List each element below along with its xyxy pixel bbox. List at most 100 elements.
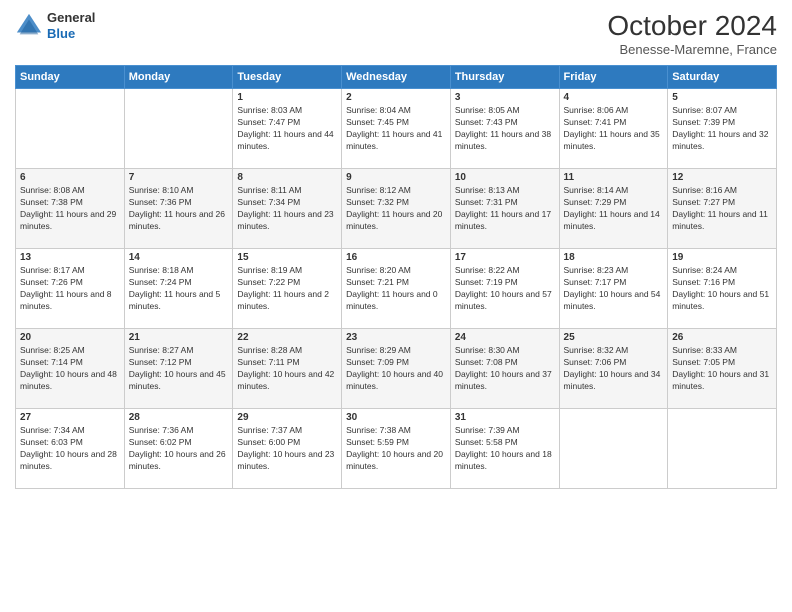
calendar-cell: 8 Sunrise: 8:11 AMSunset: 7:34 PMDaylight… [233,169,342,249]
day-info: Sunrise: 8:30 AMSunset: 7:08 PMDaylight:… [455,345,555,393]
calendar-cell: 5 Sunrise: 8:07 AMSunset: 7:39 PMDaylight… [668,89,777,169]
col-tuesday: Tuesday [233,66,342,89]
calendar-cell: 26 Sunrise: 8:33 AMSunset: 7:05 PMDayligh… [668,329,777,409]
day-info: Sunrise: 8:22 AMSunset: 7:19 PMDaylight:… [455,265,555,313]
calendar-cell: 23 Sunrise: 8:29 AMSunset: 7:09 PMDayligh… [342,329,451,409]
calendar-week-4: 20Sunrise: 8:25 AMSunset: 7:14 PMDayligh… [16,329,777,409]
day-info: Sunrise: 8:29 AMSunset: 7:09 PMDaylight:… [346,345,446,393]
calendar-cell: 10 Sunrise: 8:13 AMSunset: 7:31 PMDayligh… [450,169,559,249]
calendar-cell: 4 Sunrise: 8:06 AMSunset: 7:41 PMDaylight… [559,89,668,169]
calendar-cell: 21 Sunrise: 8:27 AMSunset: 7:12 PMDayligh… [124,329,233,409]
calendar-cell: 2Sunrise: 8:04 AMSunset: 7:45 PMDaylight… [342,89,451,169]
day-number: 1 [237,92,337,103]
logo-blue: Blue [47,26,95,42]
col-saturday: Saturday [668,66,777,89]
day-number: 14 [129,252,229,263]
day-info: Sunrise: 8:18 AMSunset: 7:24 PMDaylight:… [129,265,229,313]
location-subtitle: Benesse-Maremne, France [607,42,777,57]
calendar-cell: 16 Sunrise: 8:20 AMSunset: 7:21 PMDayligh… [342,249,451,329]
calendar-cell: 25 Sunrise: 8:32 AMSunset: 7:06 PMDayligh… [559,329,668,409]
calendar-cell: 20Sunrise: 8:25 AMSunset: 7:14 PMDayligh… [16,329,125,409]
day-info: Sunrise: 8:11 AMSunset: 7:34 PMDaylight:… [237,185,337,233]
day-number: 6 [20,172,120,183]
day-info: Sunrise: 8:16 AMSunset: 7:27 PMDaylight:… [672,185,772,233]
day-number: 18 [564,252,664,263]
col-friday: Friday [559,66,668,89]
day-number: 13 [20,252,120,263]
day-number: 2 [346,92,446,103]
day-info: Sunrise: 8:27 AMSunset: 7:12 PMDaylight:… [129,345,229,393]
calendar-cell: 15Sunrise: 8:19 AMSunset: 7:22 PMDayligh… [233,249,342,329]
title-block: October 2024 Benesse-Maremne, France [607,10,777,57]
day-info: Sunrise: 8:17 AMSunset: 7:26 PMDaylight:… [20,265,120,313]
calendar-cell: 3 Sunrise: 8:05 AMSunset: 7:43 PMDaylight… [450,89,559,169]
calendar-cell: 29 Sunrise: 7:37 AMSunset: 6:00 PMDayligh… [233,409,342,489]
logo: General Blue [15,10,95,41]
calendar-cell [16,89,125,169]
day-info: Sunrise: 8:20 AMSunset: 7:21 PMDaylight:… [346,265,446,313]
logo-general: General [47,10,95,26]
day-info: Sunrise: 7:37 AMSunset: 6:00 PMDaylight:… [237,425,337,473]
day-number: 8 [237,172,337,183]
day-number: 22 [237,332,337,343]
day-number: 31 [455,412,555,423]
day-number: 16 [346,252,446,263]
col-sunday: Sunday [16,66,125,89]
day-number: 29 [237,412,337,423]
calendar-cell: 31 Sunrise: 7:39 AMSunset: 5:58 PMDayligh… [450,409,559,489]
day-info: Sunrise: 8:33 AMSunset: 7:05 PMDaylight:… [672,345,772,393]
calendar-cell: 18 Sunrise: 8:23 AMSunset: 7:17 PMDayligh… [559,249,668,329]
day-info: Sunrise: 7:39 AMSunset: 5:58 PMDaylight:… [455,425,555,473]
calendar-cell: 13 Sunrise: 8:17 AMSunset: 7:26 PMDayligh… [16,249,125,329]
calendar-cell [559,409,668,489]
day-info: Sunrise: 8:14 AMSunset: 7:29 PMDaylight:… [564,185,664,233]
calendar-cell: 12 Sunrise: 8:16 AMSunset: 7:27 PMDayligh… [668,169,777,249]
day-info: Sunrise: 8:28 AMSunset: 7:11 PMDaylight:… [237,345,337,393]
day-info: Sunrise: 8:08 AMSunset: 7:38 PMDaylight:… [20,185,120,233]
calendar-cell: 27 Sunrise: 7:34 AMSunset: 6:03 PMDayligh… [16,409,125,489]
day-info: Sunrise: 8:19 AMSunset: 7:22 PMDaylight:… [237,265,337,313]
day-number: 23 [346,332,446,343]
day-number: 28 [129,412,229,423]
calendar-cell: 7Sunrise: 8:10 AMSunset: 7:36 PMDaylight… [124,169,233,249]
day-info: Sunrise: 7:38 AMSunset: 5:59 PMDaylight:… [346,425,446,473]
day-info: Sunrise: 8:03 AMSunset: 7:47 PMDaylight:… [237,105,337,153]
day-number: 12 [672,172,772,183]
day-number: 11 [564,172,664,183]
calendar-cell: 1 Sunrise: 8:03 AMSunset: 7:47 PMDaylight… [233,89,342,169]
calendar-cell: 6 Sunrise: 8:08 AMSunset: 7:38 PMDaylight… [16,169,125,249]
day-info: Sunrise: 8:25 AMSunset: 7:14 PMDaylight:… [20,345,120,393]
day-number: 26 [672,332,772,343]
calendar-cell [668,409,777,489]
calendar-cell: 24 Sunrise: 8:30 AMSunset: 7:08 PMDayligh… [450,329,559,409]
day-number: 24 [455,332,555,343]
day-number: 4 [564,92,664,103]
day-info: Sunrise: 7:36 AMSunset: 6:02 PMDaylight:… [129,425,229,473]
day-info: Sunrise: 8:05 AMSunset: 7:43 PMDaylight:… [455,105,555,153]
calendar-cell: 22 Sunrise: 8:28 AMSunset: 7:11 PMDayligh… [233,329,342,409]
day-number: 17 [455,252,555,263]
month-title: October 2024 [607,10,777,42]
calendar-week-1: 1 Sunrise: 8:03 AMSunset: 7:47 PMDaylight… [16,89,777,169]
col-thursday: Thursday [450,66,559,89]
day-info: Sunrise: 7:34 AMSunset: 6:03 PMDaylight:… [20,425,120,473]
logo-icon [15,12,43,40]
day-info: Sunrise: 8:23 AMSunset: 7:17 PMDaylight:… [564,265,664,313]
day-info: Sunrise: 8:06 AMSunset: 7:41 PMDaylight:… [564,105,664,153]
day-number: 30 [346,412,446,423]
calendar-cell: 14 Sunrise: 8:18 AMSunset: 7:24 PMDayligh… [124,249,233,329]
day-number: 10 [455,172,555,183]
day-info: Sunrise: 8:07 AMSunset: 7:39 PMDaylight:… [672,105,772,153]
calendar-cell: 30 Sunrise: 7:38 AMSunset: 5:59 PMDayligh… [342,409,451,489]
day-info: Sunrise: 8:32 AMSunset: 7:06 PMDaylight:… [564,345,664,393]
day-number: 5 [672,92,772,103]
calendar-cell: 9Sunrise: 8:12 AMSunset: 7:32 PMDaylight… [342,169,451,249]
calendar-cell: 11 Sunrise: 8:14 AMSunset: 7:29 PMDayligh… [559,169,668,249]
day-info: Sunrise: 8:13 AMSunset: 7:31 PMDaylight:… [455,185,555,233]
logo-text: General Blue [47,10,95,41]
calendar-cell: 17 Sunrise: 8:22 AMSunset: 7:19 PMDayligh… [450,249,559,329]
day-number: 27 [20,412,120,423]
day-number: 3 [455,92,555,103]
day-number: 25 [564,332,664,343]
day-number: 21 [129,332,229,343]
